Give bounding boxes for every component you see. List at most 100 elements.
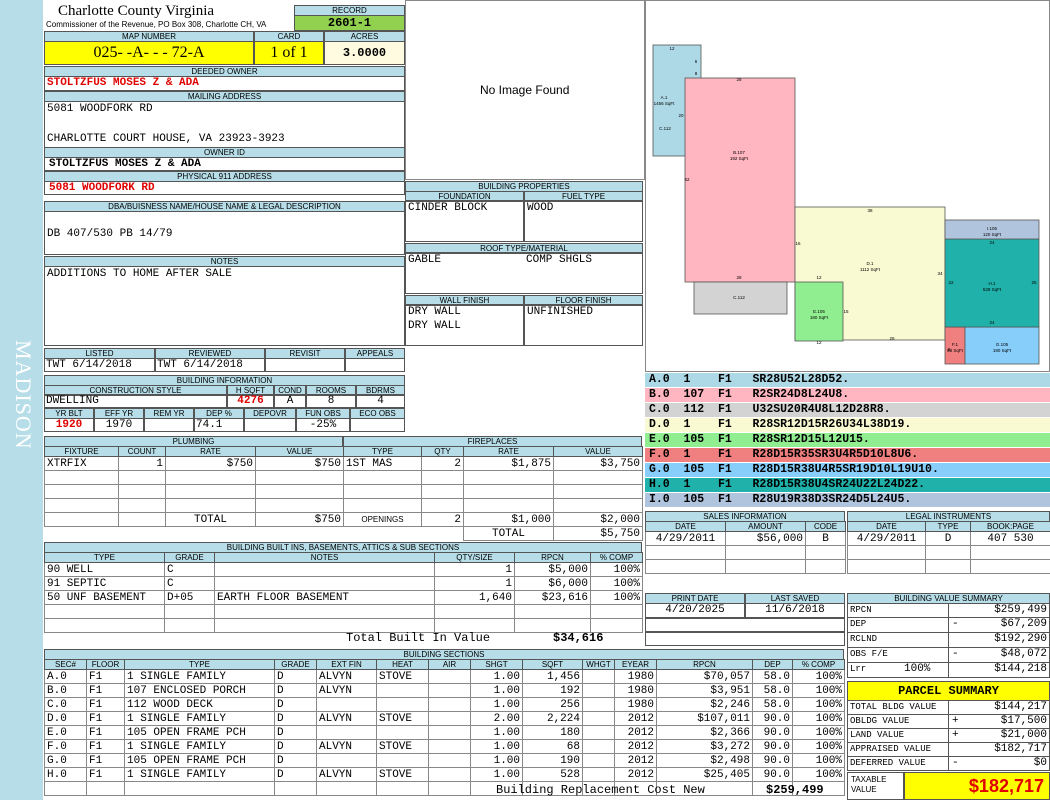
plumbing-rate: $750 [165,456,256,471]
parcel-summary-row: DEFERRED VALUE - $0 [847,756,1050,771]
table-row [847,559,1050,574]
sale-amount: $56,000 [725,531,806,546]
section-cell: 1,456 [522,669,583,684]
section-cell [582,683,615,698]
sketch-dimension: 22 [948,280,954,285]
parcel-summary-title: PARCEL SUMMARY [847,681,1050,701]
parcel-summary-item-label: APPRAISED VALUE [850,744,932,754]
parcel-summary-value: $144,217 [994,701,1047,713]
wall-finish-box: DRY WALL DRY WALL [405,304,524,346]
builtin-qty: 1 [434,576,515,591]
table-row [44,604,643,619]
fuel-value: WOOD [527,202,554,214]
foundation-box: CINDER BLOCK [405,200,524,242]
wall-finish-1: DRY WALL [408,306,461,318]
sketch-area-sqft: 120 SqFt [983,232,1002,237]
sketch-dimension: 16 [795,241,801,246]
sketch-area-label: A.1 [661,95,668,100]
section-header: DEP [752,659,793,670]
floor-finish-value: UNFINISHED [527,306,594,318]
value-summary-item-label: DEP [850,619,867,629]
mailing-line-2: CHARLOTTE COURT HOUSE, VA 23923-3923 [47,133,285,145]
section-cell [428,683,471,698]
value-summary-value: $48,072 [1000,648,1047,660]
section-header: AIR [428,659,471,670]
sketch-code-line: E.0 105 F1 R28SR12D15L12U15. [645,433,1050,448]
section-cell: 100% [792,711,845,726]
value-summary-row: RPCN $259,499 [847,603,1050,618]
county-title: Charlotte County Virginia [58,3,215,19]
section-cell: 2012 [614,767,657,782]
builtin-header-qty: QTY/SIZE [434,552,515,563]
sketch-dimension: 28 [736,77,742,82]
table-row [343,498,643,513]
section-cell: 2.00 [470,711,523,726]
section-cell: 1.00 [470,739,523,754]
parcel-summary-row: LAND VALUE + $21,000 [847,728,1050,743]
value-summary-cell: $259,499 [948,603,1050,618]
fireplace-header-value: VALUE [553,446,643,457]
openings-qty: 2 [421,512,464,527]
fuel-box: WOOD [524,200,643,242]
yrblt-value: 1920 [44,418,94,432]
sketch-code-line: I.0 105 F1 R28U19R38D3SR24D5L24U5. [645,493,1050,508]
value-summary-cell: - $67,209 [948,617,1050,632]
print-spacer-1 [645,618,845,632]
section-cell: STOVE [376,669,429,684]
parcel-summary-value: $21,000 [1000,729,1047,741]
sketch-dimension: 15 [843,309,849,314]
section-cell: 190 [522,753,583,768]
builtin-comp: 100% [590,576,643,591]
fireplace-header-type: TYPE [343,446,422,457]
section-cell: 1980 [614,697,657,712]
section-cell: 2012 [614,725,657,740]
section-cell: F1 [86,711,125,726]
section-cell: D [274,711,317,726]
style-box: DWELLING [44,394,227,408]
section-cell: 180 [522,725,583,740]
section-cell: E.0 [44,725,87,740]
built-ins-table: TYPE GRADE NOTES QTY/SIZE RPCN % COMP 90… [44,552,643,633]
sketch-dimension: 24 [989,320,995,325]
section-header: GRADE [274,659,317,670]
depovr-value [244,418,296,432]
cond-value: A [274,394,306,408]
legal-table: DATE TYPE BOOK:PAGE 4/29/2011 D 407 530 [847,521,1050,574]
builtin-grade: C [164,562,215,577]
reviewed-value-box: TWT 6/14/2018 [155,358,265,372]
section-cell: 1.00 [470,683,523,698]
section-cell [582,697,615,712]
parcel-summary-item-label: DEFERRED VALUE [850,758,926,768]
dba-box: DB 407/530 PB 14/79 [44,211,405,255]
table-row: B.0 F1 107 ENCLOSED PORCH D ALVYN 1.00 192 1980… [44,683,845,698]
sale-code: B [805,531,846,546]
section-cell [582,711,615,726]
sketch-code-line: H.0 1 F1 R28D15R38U4SR24U22L24D22. [645,478,1050,493]
card-value: 1 of 1 [254,41,324,65]
section-cell: D [274,753,317,768]
section-cell: G.0 [44,753,87,768]
section-cell: STOVE [376,711,429,726]
sketch-area-label: C.112 [733,295,745,300]
section-cell: STOVE [376,767,429,782]
fireplace-qty: 2 [421,456,464,471]
legal-header-date: DATE [847,521,926,532]
section-cell: F1 [86,767,125,782]
table-row: G.0 F1 105 OPEN FRAME PCH D 1.00 190 2012 $2,49… [44,753,845,768]
last-saved-value: 11/6/2018 [745,603,845,618]
parcel-summary-value: $182,717 [994,743,1047,755]
plumbing-fixture: XTRFIX [44,456,119,471]
roof-material-value: COMP SHGLS [526,254,593,266]
section-header: SEC# [44,659,87,670]
parcel-summary-cell: + $21,000 [948,728,1050,742]
table-row: D.0 F1 1 SINGLE FAMILY D ALVYN STOVE 2.00 2,224… [44,711,845,726]
section-cell: 528 [522,767,583,782]
builtin-type: 90 WELL [44,562,165,577]
section-cell: 100% [792,725,845,740]
sale-date: 4/29/2011 [645,531,726,546]
section-cell: 1.00 [470,753,523,768]
remyr-value [144,418,194,432]
construction-style-value: DWELLING [46,395,99,407]
section-cell: 2,224 [522,711,583,726]
builtin-header-notes: NOTES [214,552,435,563]
